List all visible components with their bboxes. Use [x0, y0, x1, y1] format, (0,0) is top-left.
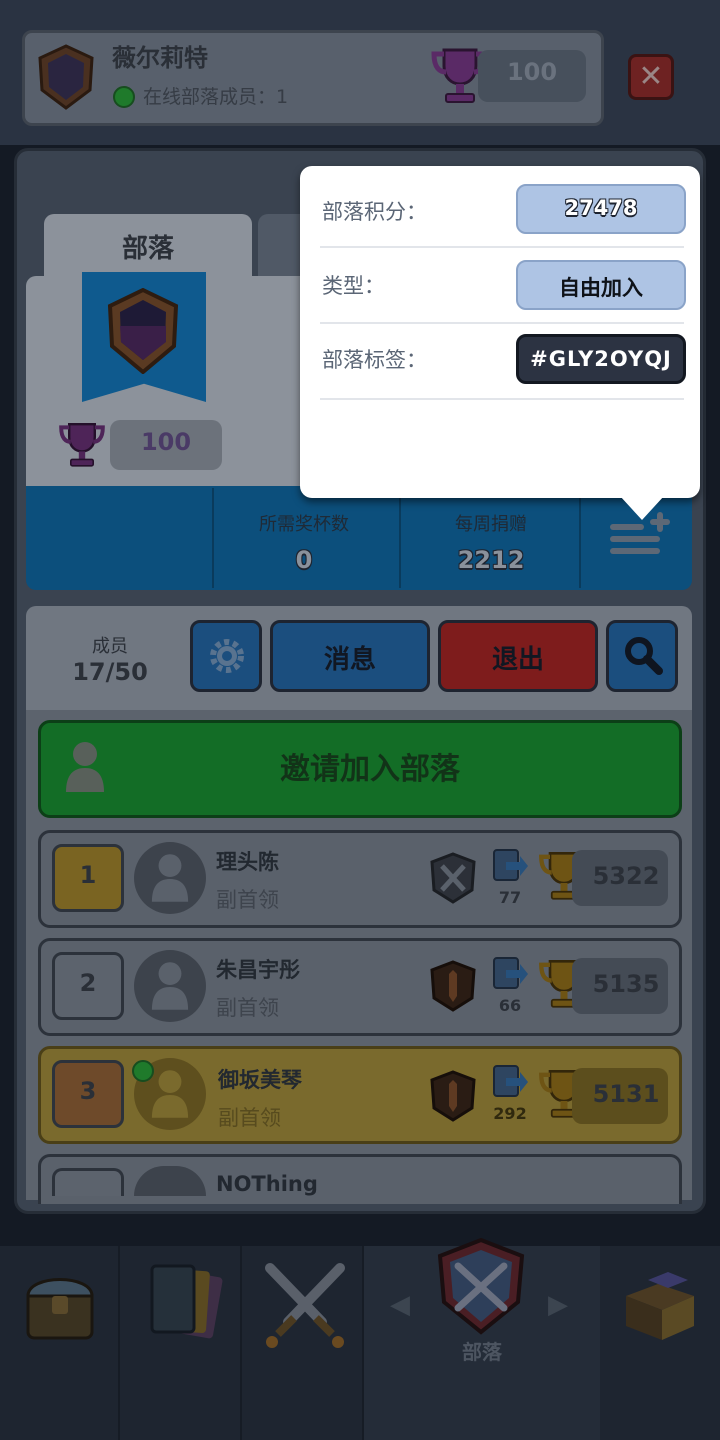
tab-clan[interactable]: 部落 — [44, 214, 252, 280]
divider — [320, 322, 684, 324]
donation-cards-icon — [493, 1065, 528, 1097]
member-name: 理头陈 — [216, 850, 279, 874]
trophy-count: 100 — [506, 58, 558, 86]
weekly-donations-label: 每周捐赠 — [455, 514, 527, 535]
member-donations: 66 — [498, 996, 522, 1015]
clan-badge-icon — [38, 44, 94, 110]
clan-trophy-count: 100 — [140, 428, 192, 456]
tab-clan-label: 部落 — [121, 234, 174, 264]
clan-nav-icon — [437, 1237, 525, 1335]
nav-events[interactable] — [600, 1246, 720, 1440]
close-icon: ✕ — [638, 59, 664, 94]
search-icon — [625, 637, 663, 675]
person-icon — [151, 854, 189, 902]
clan-tag-copy-button[interactable]: #GLY2OYQJ — [516, 334, 686, 384]
search-button[interactable] — [606, 620, 678, 692]
clan-type-label: 类型： — [322, 274, 385, 298]
arena-league-icon — [430, 852, 476, 904]
divider — [320, 398, 684, 400]
clan-name: 薇尔莉特 — [112, 44, 208, 72]
cards-icon — [150, 1264, 223, 1339]
required-trophies-value: 0 — [295, 546, 313, 574]
arena-league-icon — [430, 1070, 476, 1122]
gear-icon — [210, 639, 244, 673]
members-count: 17/50 — [72, 658, 148, 686]
clan-tag-label: 部落标签： — [322, 348, 427, 372]
members-label: 成员 — [92, 636, 128, 657]
person-icon — [151, 962, 189, 1010]
nav-shop[interactable] — [0, 1246, 120, 1440]
clan-emblem-icon — [107, 288, 179, 374]
member-role: 副首领 — [216, 996, 279, 1020]
clan-type-value-box: 自由加入 — [516, 260, 686, 310]
message-button[interactable]: 消息 — [270, 620, 430, 692]
trophy-icon — [59, 423, 105, 467]
chest-icon — [26, 1278, 94, 1340]
crossed-swords-icon — [265, 1263, 345, 1348]
weekly-donations-value: 2212 — [457, 546, 525, 574]
member-trophies: 5135 — [592, 970, 660, 998]
clan-score-label: 部落积分： — [322, 200, 427, 224]
member-name: 御坂美琴 — [218, 1068, 302, 1092]
settings-button[interactable] — [190, 620, 262, 692]
clan-type-value: 自由加入 — [559, 276, 643, 300]
blocks-icon — [626, 1272, 694, 1340]
chevron-left-icon[interactable]: ◀ — [390, 1290, 410, 1320]
member-row[interactable] — [38, 1154, 682, 1204]
message-button-label: 消息 — [323, 645, 376, 675]
nav-clan-label: 部落 — [462, 1340, 502, 1364]
donation-cards-icon — [493, 849, 528, 881]
rank-badge: 3 — [52, 1060, 124, 1128]
member-name: NOThing — [216, 1172, 318, 1196]
clan-tag-value: #GLY2OYQJ — [530, 347, 672, 371]
member-role: 副首领 — [216, 888, 279, 912]
member-role: 副首领 — [218, 1106, 281, 1130]
exit-button[interactable]: 退出 — [438, 620, 598, 692]
clan-score-value-box: 27478 — [516, 184, 686, 234]
member-name: 朱昌宇彤 — [216, 958, 300, 982]
online-status-icon — [113, 86, 135, 108]
invite-button-label: 邀请加入部落 — [280, 752, 460, 787]
required-trophies-label: 所需奖杯数 — [259, 514, 349, 535]
online-members-label: 在线部落成员：1 — [143, 86, 289, 108]
rank-badge: 1 — [52, 844, 124, 912]
member-donations: 77 — [498, 888, 522, 907]
member-trophies: 5131 — [592, 1080, 660, 1108]
clan-score-value: 27478 — [564, 196, 638, 220]
rank-badge: 2 — [52, 952, 124, 1020]
divider — [320, 246, 684, 248]
exit-button-label: 退出 — [491, 645, 544, 675]
nav-cards[interactable] — [120, 1246, 242, 1440]
arena-league-icon — [430, 960, 476, 1012]
member-trophies: 5322 — [592, 862, 660, 890]
close-button[interactable]: ✕ — [628, 54, 674, 100]
popup-pointer — [620, 496, 664, 520]
person-icon — [151, 1070, 189, 1118]
rank-badge — [52, 1168, 124, 1196]
donation-cards-icon — [493, 957, 528, 989]
clan-stats-bar — [26, 486, 692, 590]
nav-battle[interactable] — [242, 1246, 364, 1440]
member-donations: 292 — [493, 1104, 527, 1123]
chevron-right-icon[interactable]: ▶ — [548, 1290, 568, 1320]
online-status-icon — [132, 1060, 154, 1082]
